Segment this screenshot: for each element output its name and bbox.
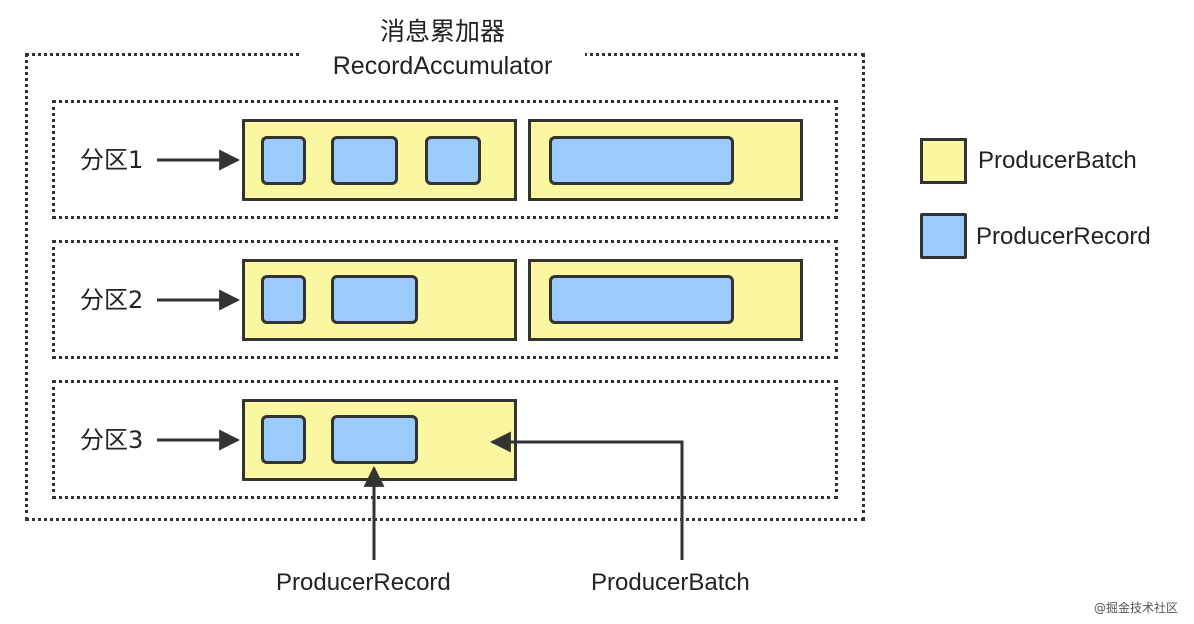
watermark: @掘金技术社区 [1094, 601, 1179, 615]
legend-batch-swatch [920, 138, 967, 184]
bottom-producer-record-label: ProducerRecord [276, 569, 451, 596]
producer-batch-arrow [489, 431, 684, 560]
arrows-layer [157, 149, 684, 560]
legend-record-label: ProducerRecord [976, 223, 1151, 250]
legend-batch-label: ProducerBatch [978, 147, 1137, 174]
bottom-producer-batch-label: ProducerBatch [591, 569, 750, 596]
legend-record-swatch [920, 213, 967, 259]
